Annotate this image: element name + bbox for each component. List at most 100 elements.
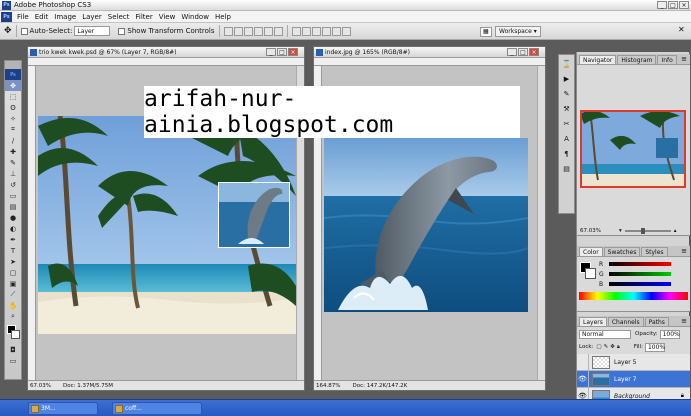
paragraph-panel-icon[interactable]: ¶ [560, 148, 573, 160]
zoom-out-icon[interactable]: ▾ [619, 228, 622, 234]
tool-presets-panel-icon[interactable]: ⚒ [560, 103, 573, 115]
lock-all-icon[interactable]: 🔒︎ [617, 344, 620, 351]
color-spectrum-bar[interactable] [579, 292, 688, 300]
opacity-field[interactable]: 100% [659, 329, 680, 339]
channel-g-slider[interactable] [609, 272, 671, 276]
history-brush-tool-icon[interactable]: ↺ [5, 179, 21, 190]
menu-filter[interactable]: Filter [132, 13, 155, 21]
document-title-bar[interactable]: trio kwek kwek.psd @ 67% (Layer 7, RGB/8… [28, 47, 304, 58]
channel-r-slider[interactable] [609, 262, 671, 266]
distribute-left-icon[interactable] [321, 26, 331, 36]
hand-tool-icon[interactable]: ✋ [5, 300, 21, 311]
menu-image[interactable]: Image [51, 13, 79, 21]
doc-minimize-button[interactable]: _ [266, 48, 276, 56]
menu-window[interactable]: Window [178, 13, 212, 21]
auto-select-dropdown[interactable]: Layer [74, 26, 111, 36]
workspace-button[interactable]: Workspace ▾ [495, 26, 541, 37]
gradient-tool-icon[interactable]: ▤ [5, 201, 21, 212]
dodge-tool-icon[interactable]: ◐ [5, 223, 21, 234]
panel-menu-icon[interactable]: ≡ [681, 317, 687, 325]
zoom-tool-icon[interactable]: ⌕ [5, 311, 21, 322]
healing-brush-tool-icon[interactable]: ✚ [5, 146, 21, 157]
lasso-tool-icon[interactable]: ʘ [5, 102, 21, 113]
navigator-zoom-value[interactable]: 67.03% [580, 228, 601, 234]
visibility-eye-icon[interactable] [577, 353, 589, 371]
doc-maximize-button[interactable]: □ [277, 48, 287, 56]
tab-histogram[interactable]: Histogram [617, 55, 657, 64]
marquee-tool-icon[interactable]: ⬚ [5, 91, 21, 102]
doc-minimize-button[interactable]: _ [507, 48, 517, 56]
shape-tool-icon[interactable]: ▢ [5, 267, 21, 278]
eraser-tool-icon[interactable]: ▭ [5, 190, 21, 201]
doc-close-button[interactable]: × [529, 48, 539, 56]
move-tool-preset-icon[interactable]: ✥ [4, 26, 12, 36]
distribute-top-icon[interactable] [291, 26, 301, 36]
lock-position-icon[interactable]: ✥ [610, 344, 615, 350]
bridge-button[interactable]: ▦ [480, 26, 492, 37]
clone-stamp-tool-icon[interactable]: ⊥ [5, 168, 21, 179]
maximize-button[interactable]: □ [668, 1, 678, 9]
zoom-level[interactable]: 164.87% [316, 383, 340, 389]
actions-panel-icon[interactable]: ▶ [560, 73, 573, 85]
blend-mode-dropdown[interactable]: Normal [579, 329, 631, 339]
clone-source-panel-icon[interactable]: ✂ [560, 118, 573, 130]
taskbar-item[interactable]: coff... [112, 402, 202, 415]
minimize-button[interactable]: _ [657, 1, 667, 9]
layer-row[interactable]: 👁︎ Layer 7 [577, 370, 690, 388]
pasted-dolphin-layer[interactable] [218, 182, 290, 248]
toolbox-grip[interactable] [5, 61, 21, 69]
character-panel-icon[interactable]: A [560, 133, 573, 145]
align-bottom-icon[interactable] [243, 26, 253, 36]
menu-select[interactable]: Select [105, 13, 133, 21]
history-panel-icon[interactable]: ⌛ [560, 58, 573, 70]
blur-tool-icon[interactable]: ● [5, 212, 21, 223]
options-close-icon[interactable]: ✕ [678, 25, 685, 34]
menu-file[interactable]: File [14, 13, 32, 21]
slice-tool-icon[interactable]: ∕ [5, 135, 21, 146]
background-color-swatch[interactable] [11, 330, 20, 339]
lock-transparent-icon[interactable]: ▢ [596, 344, 601, 350]
tab-navigator[interactable]: Navigator [579, 55, 617, 64]
taskbar-item[interactable]: 3M... [28, 402, 98, 415]
path-selection-tool-icon[interactable]: ➤ [5, 256, 21, 267]
move-tool-icon[interactable]: ✥ [5, 80, 21, 91]
zoom-level[interactable]: 67.03% [30, 383, 51, 389]
distribute-bottom-icon[interactable] [311, 26, 321, 36]
menu-help[interactable]: Help [212, 13, 234, 21]
auto-select-checkbox[interactable] [20, 27, 28, 35]
layer-row[interactable]: Layer 5 [577, 353, 690, 371]
navigator-thumbnail[interactable] [580, 110, 686, 188]
eyedropper-tool-icon[interactable]: ⟋ [5, 289, 21, 300]
notes-tool-icon[interactable]: ▣ [5, 278, 21, 289]
dolphin-canvas[interactable] [324, 138, 528, 312]
align-center-icon[interactable] [263, 26, 273, 36]
color-bg-swatch[interactable] [585, 268, 596, 279]
fill-field[interactable]: 100% [644, 342, 665, 352]
doc-maximize-button[interactable]: □ [518, 48, 528, 56]
doc-close-button[interactable]: × [288, 48, 298, 56]
align-top-icon[interactable] [223, 26, 233, 36]
brushes-panel-icon[interactable]: ✎ [560, 88, 573, 100]
channel-b-slider[interactable] [609, 282, 671, 286]
document-size-info[interactable]: Doc: 147.2K/147.2K [352, 383, 407, 389]
zoom-in-icon[interactable]: ▴ [674, 228, 677, 234]
tab-channels[interactable]: Channels [607, 317, 644, 326]
screen-mode-icon[interactable]: ▭ [5, 355, 21, 366]
distribute-right-icon[interactable] [341, 26, 351, 36]
tab-color[interactable]: Color [579, 247, 603, 256]
tab-styles[interactable]: Styles [641, 247, 668, 256]
magic-wand-tool-icon[interactable]: ✧ [5, 113, 21, 124]
visibility-eye-icon[interactable]: 👁︎ [577, 370, 589, 388]
navigator-zoom-slider[interactable] [624, 228, 671, 234]
menu-layer[interactable]: Layer [79, 13, 105, 21]
panel-menu-icon[interactable]: ≡ [681, 55, 687, 63]
align-left-icon[interactable] [253, 26, 263, 36]
brush-tool-icon[interactable]: ✎ [5, 157, 21, 168]
pen-tool-icon[interactable]: ✒ [5, 234, 21, 245]
crop-tool-icon[interactable]: ⌗ [5, 124, 21, 135]
menu-view[interactable]: View [156, 13, 179, 21]
type-tool-icon[interactable]: T [5, 245, 21, 256]
panel-menu-icon[interactable]: ≡ [681, 247, 687, 255]
menu-edit[interactable]: Edit [32, 13, 52, 21]
show-transform-checkbox[interactable] [118, 27, 126, 35]
